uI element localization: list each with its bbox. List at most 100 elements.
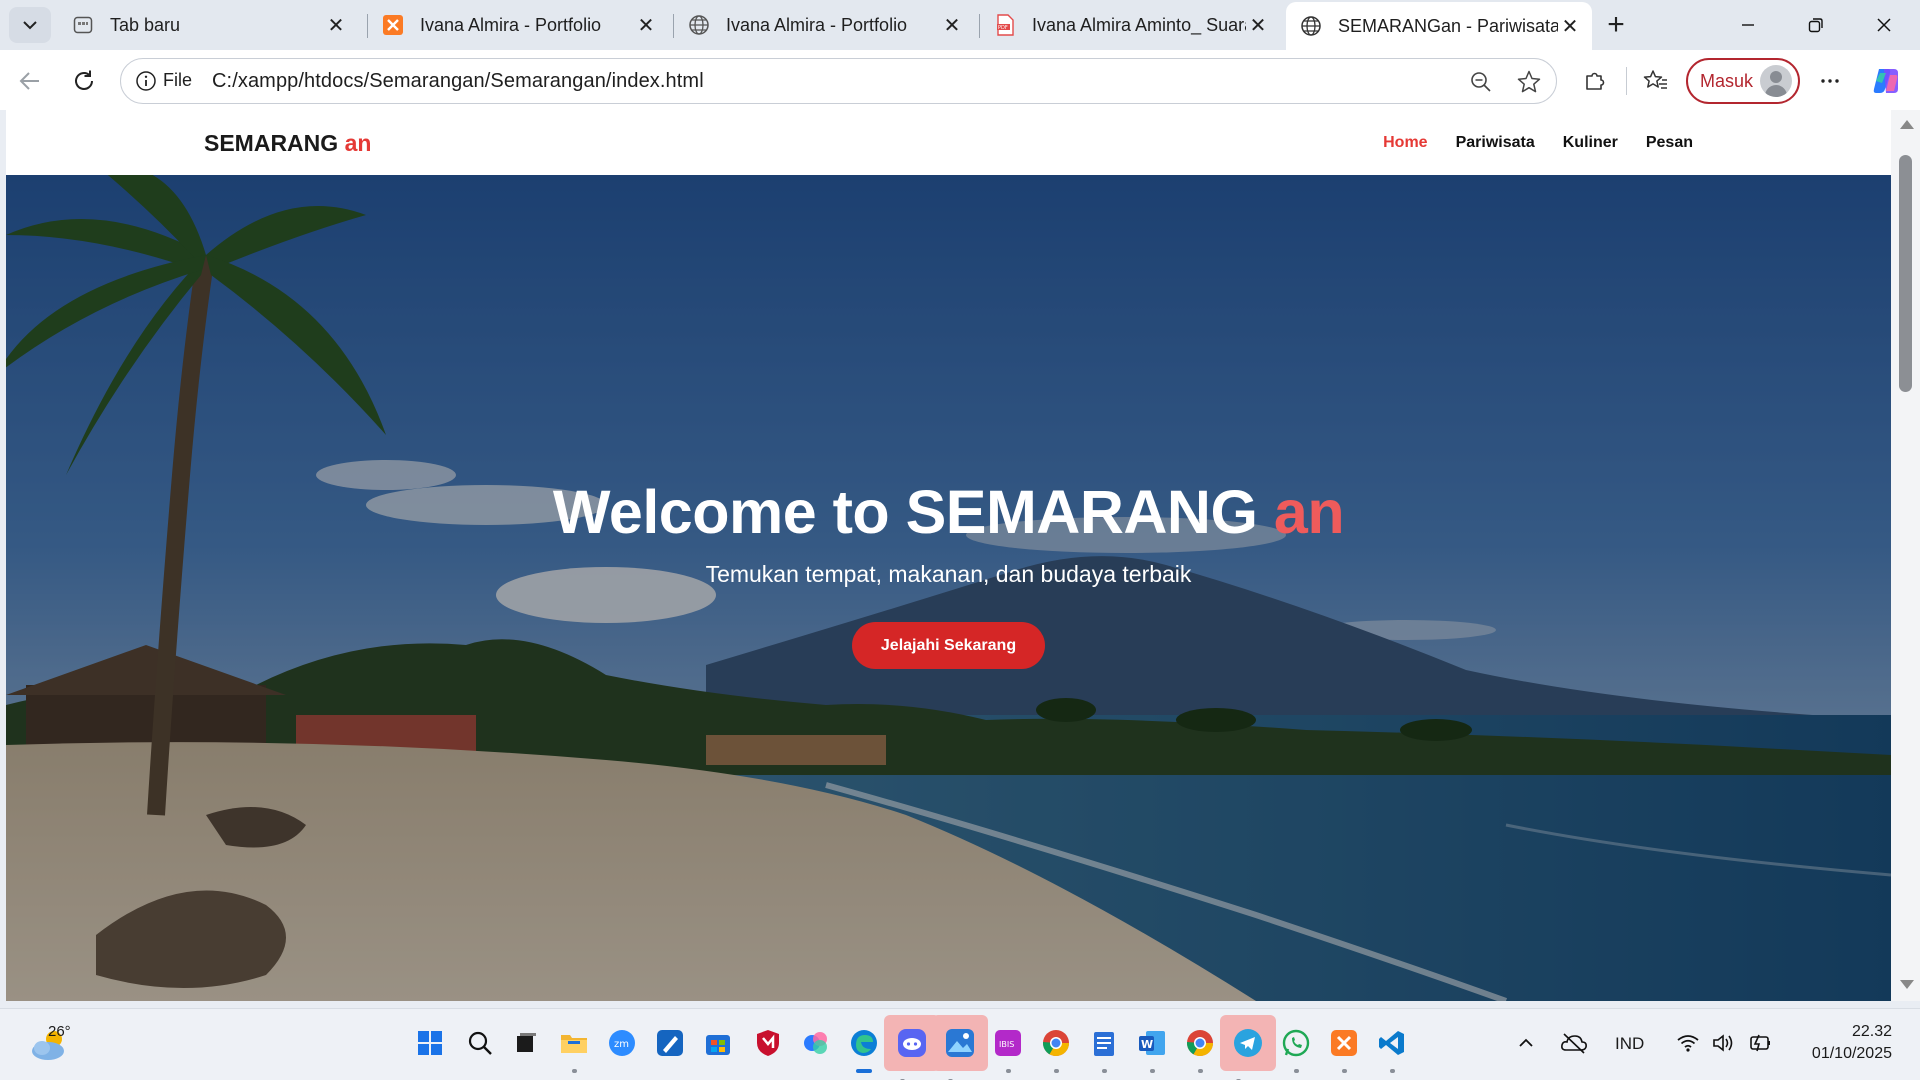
windows-icon (418, 1031, 442, 1055)
taskbar-search-button[interactable] (462, 1025, 498, 1061)
avatar-icon (1760, 65, 1792, 97)
svg-text:IBIS: IBIS (999, 1040, 1014, 1049)
taskbar-app-mcafee[interactable] (750, 1025, 786, 1061)
nav-link-pesan[interactable]: Pesan (1646, 134, 1693, 152)
taskbar-app-chrome-profile[interactable] (1182, 1025, 1218, 1073)
new-tab-page-icon (72, 14, 94, 36)
site-info-icon[interactable] (135, 70, 157, 92)
tab-3[interactable]: Ivana Almira - Portfolio ✕ (674, 4, 974, 46)
logo-accent-text: an (344, 130, 372, 156)
taskbar-app-store[interactable] (700, 1025, 736, 1061)
taskbar-app-zoom[interactable]: zm (604, 1025, 640, 1061)
zoom-out-icon[interactable] (1468, 69, 1494, 95)
edge-icon (851, 1030, 877, 1056)
chevron-up-icon (1519, 1038, 1533, 1047)
reload-button[interactable] (66, 63, 102, 99)
restore-button[interactable] (1782, 0, 1850, 50)
close-tab-icon[interactable]: ✕ (324, 13, 348, 37)
battery-status[interactable] (1742, 1025, 1778, 1061)
onedrive-status[interactable] (1556, 1025, 1592, 1061)
tab-2[interactable]: Ivana Almira - Portfolio ✕ (368, 4, 668, 46)
whatsapp-icon (1282, 1029, 1310, 1057)
address-bar[interactable]: File C:/xampp/htdocs/Semarangan/Semarang… (120, 58, 1557, 104)
scroll-up-arrow-icon[interactable] (1900, 120, 1914, 129)
speaker-icon (1713, 1034, 1733, 1052)
volume-status[interactable] (1706, 1025, 1742, 1061)
tab-list-button[interactable] (9, 7, 51, 43)
tab-title: Ivana Almira - Portfolio (726, 14, 908, 35)
taskbar-app-vscode[interactable] (1374, 1025, 1410, 1073)
tab-title: SEMARANGan - Pariwisata (1338, 15, 1558, 36)
new-tab-button[interactable]: + (1598, 8, 1634, 42)
svg-text:W: W (1141, 1038, 1153, 1051)
nav-link-home[interactable]: Home (1383, 134, 1427, 152)
taskbar-app-copilot[interactable] (798, 1025, 834, 1061)
clock-time: 22.32 (1851, 1023, 1892, 1040)
pdf-icon: PDF (994, 14, 1016, 36)
taskbar-app-chrome[interactable] (1038, 1025, 1074, 1073)
taskbar-app-edge[interactable] (846, 1025, 882, 1073)
extensions-button[interactable] (1577, 63, 1613, 99)
favorites-button[interactable] (1638, 63, 1674, 99)
close-tab-icon[interactable]: ✕ (1246, 13, 1270, 37)
show-hidden-icons-button[interactable] (1508, 1025, 1544, 1061)
close-window-button[interactable] (1850, 0, 1918, 50)
url-text[interactable]: C:/xampp/htdocs/Semarangan/Semarangan/in… (212, 70, 704, 93)
word-icon: W (1139, 1031, 1165, 1055)
tab-title: Tab baru (110, 14, 181, 35)
task-view-button[interactable] (508, 1025, 544, 1061)
back-button[interactable] (12, 63, 48, 99)
tab-5-active[interactable]: SEMARANGan - Pariwisata ✕ (1286, 2, 1592, 50)
more-dots-icon (1821, 79, 1839, 83)
taskbar-app-word[interactable]: W (1134, 1025, 1170, 1073)
wifi-status[interactable] (1670, 1025, 1706, 1061)
scroll-thumb[interactable] (1899, 155, 1912, 392)
folder-icon (561, 1035, 587, 1053)
store-icon (706, 1035, 730, 1055)
clock-date: 01/10/2025 (1811, 1045, 1892, 1062)
zoom-icon: zm (609, 1030, 635, 1056)
explore-now-button[interactable]: Jelajahi Sekarang (852, 622, 1045, 669)
hero-title: Welcome to SEMARANG an (6, 477, 1891, 547)
cloud-offline-icon (1561, 1033, 1587, 1054)
copilot-icon (804, 1032, 827, 1054)
taskbar-clock[interactable]: 22.32 01/10/2025 (1812, 1021, 1892, 1065)
taskbar-app-file-explorer[interactable] (556, 1025, 592, 1073)
tab-1[interactable]: Tab baru ✕ (58, 4, 358, 46)
taskbar-app-photos[interactable] (932, 1015, 988, 1080)
tab-title: Ivana Almira - Portfolio (420, 14, 602, 35)
hero-section: Welcome to SEMARANG an Temukan tempat, m… (6, 175, 1891, 1001)
shield-icon (757, 1030, 779, 1056)
taskbar-app-notepad[interactable] (1086, 1025, 1122, 1073)
globe-icon (688, 14, 710, 36)
favorite-star-icon[interactable] (1516, 69, 1542, 95)
profile-sign-in-button[interactable]: Masuk (1686, 58, 1800, 104)
minimize-button[interactable] (1714, 0, 1782, 50)
scroll-down-arrow-icon[interactable] (1900, 980, 1914, 989)
back-arrow-icon (19, 72, 39, 90)
taskbar-app-editor[interactable] (652, 1025, 688, 1061)
tab-title: Ivana Almira Aminto_ Suara (1032, 14, 1246, 35)
chrome-icon (1186, 1030, 1214, 1057)
settings-more-button[interactable] (1812, 63, 1848, 99)
taskbar-app-telegram[interactable] (1220, 1015, 1276, 1080)
copilot-button[interactable] (1868, 63, 1904, 99)
favorites-list-icon (1643, 70, 1667, 89)
close-tab-icon[interactable]: ✕ (634, 13, 658, 37)
nav-link-pariwisata[interactable]: Pariwisata (1456, 134, 1535, 152)
start-button[interactable] (412, 1025, 448, 1061)
tab-4[interactable]: PDF Ivana Almira Aminto_ Suara ✕ (980, 4, 1280, 46)
close-icon (1877, 18, 1891, 32)
notepad-icon (1094, 1032, 1114, 1056)
nav-link-kuliner[interactable]: Kuliner (1563, 134, 1618, 152)
site-logo[interactable]: SEMARANG an (204, 130, 371, 157)
taskbar: 26° zm IBIS W IND 22.32 01/10/2025 (0, 1008, 1920, 1080)
close-tab-icon[interactable]: ✕ (940, 13, 964, 37)
taskbar-app-whatsapp[interactable] (1278, 1025, 1314, 1073)
close-tab-icon[interactable]: ✕ (1558, 14, 1582, 38)
tab-strip: Tab baru ✕ Ivana Almira - Portfolio ✕ Iv… (0, 0, 1920, 50)
taskbar-app-xampp[interactable] (1326, 1025, 1362, 1073)
page-scrollbar[interactable] (1891, 110, 1920, 1001)
taskbar-app-ibis-paint[interactable]: IBIS (990, 1025, 1026, 1073)
input-language-indicator[interactable]: IND (1615, 1034, 1644, 1054)
